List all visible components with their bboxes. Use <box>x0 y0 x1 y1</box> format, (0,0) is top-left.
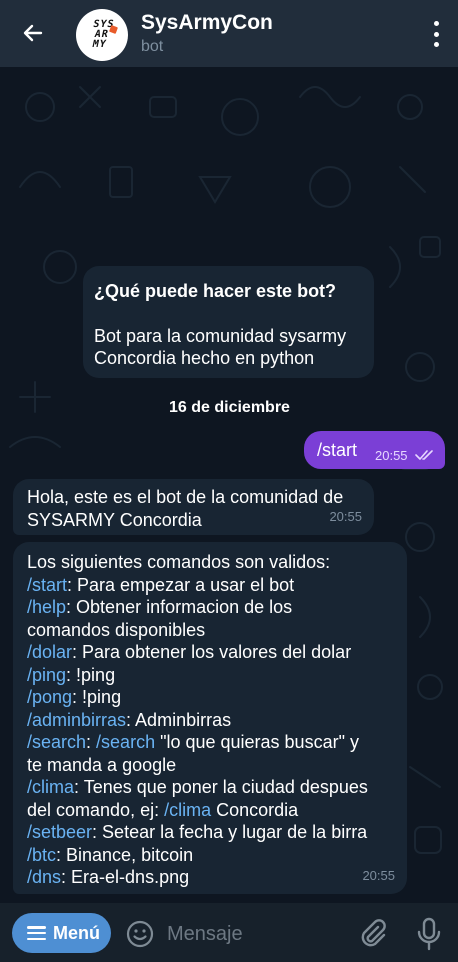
command-description: : Setear la fecha y lugar de la birra <box>92 822 368 842</box>
command-link[interactable]: /search <box>27 732 86 752</box>
command-description: : Obtener informacion de los <box>66 597 293 617</box>
bot-menu-button[interactable]: Menú <box>12 913 111 953</box>
command-line: /dolar: Para obtener los valores del dol… <box>27 641 393 664</box>
command-line: /start: Para empezar a usar el bot <box>27 574 393 597</box>
command-link[interactable]: /pong <box>27 687 72 707</box>
command-link[interactable]: /start <box>27 575 67 595</box>
command-description: : !ping <box>66 664 116 685</box>
back-button[interactable] <box>18 18 48 48</box>
command-link[interactable]: /ping <box>27 665 66 685</box>
command-description: : <box>86 732 97 752</box>
message-input[interactable] <box>167 920 347 948</box>
message-list[interactable]: ¿Qué puede hacer este bot? Bot para la c… <box>0 67 458 903</box>
message-composer: Menú <box>0 903 458 962</box>
command-description: : !ping <box>72 687 122 707</box>
message-text: /start <box>317 440 358 460</box>
message-time: 20:55 <box>329 508 362 524</box>
command-line: te manda a google <box>27 754 393 777</box>
chat-header: SYS AR MY SysArmyCon bot <box>0 0 458 67</box>
command-description: : Adminbirras <box>126 709 232 730</box>
menu-icon <box>27 926 46 940</box>
command-description: comandos disponibles <box>27 619 206 640</box>
microphone-icon[interactable] <box>416 917 442 951</box>
command-line: /dns: Era-el-dns.png <box>27 866 393 889</box>
command-description: "lo que quieras buscar" y <box>155 732 359 752</box>
message-time: 20:55 <box>375 448 408 463</box>
menu-button-label: Menú <box>53 922 100 943</box>
command-description: del comando, ej: <box>27 799 165 820</box>
emoji-icon[interactable] <box>126 920 154 948</box>
command-link[interactable]: /search <box>96 732 155 752</box>
bot-intro-description: Bot para la comunidad sysarmy Concordia … <box>94 325 347 369</box>
command-line: /help: Obtener informacion de los <box>27 596 393 619</box>
command-link[interactable]: /dns <box>27 867 61 887</box>
command-link[interactable]: /clima <box>164 800 211 820</box>
avatar[interactable]: SYS AR MY <box>76 9 128 61</box>
command-link[interactable]: /clima <box>27 777 74 797</box>
command-description: : Tenes que poner la ciudad despues <box>74 777 368 797</box>
command-description: : Era-el-dns.png <box>61 867 190 887</box>
message-time: 20:55 <box>362 867 395 883</box>
paperclip-icon[interactable] <box>356 918 388 950</box>
command-description: : Para empezar a usar el bot <box>67 574 295 595</box>
bot-intro-card: ¿Qué puede hacer este bot? Bot para la c… <box>83 266 374 378</box>
arrow-left-icon <box>23 24 43 42</box>
incoming-message-commands[interactable]: Los siguientes comandos son validos: /st… <box>13 542 407 894</box>
incoming-message[interactable]: Hola, este es el bot de la comunidad de … <box>13 479 374 535</box>
command-line: /adminbirras: Adminbirras <box>27 709 393 732</box>
message-text: Los siguientes comandos son validos: <box>27 552 331 572</box>
message-text: Hola, este es el bot de la comunidad de <box>27 487 344 507</box>
command-list: /start: Para empezar a usar el bot/help:… <box>27 574 393 889</box>
command-description: : Binance, bitcoin <box>56 844 194 865</box>
command-line: /btc: Binance, bitcoin <box>27 844 393 867</box>
chat-title[interactable]: SysArmyCon <box>141 11 273 35</box>
command-description: te manda a google <box>27 754 177 775</box>
command-line: /ping: !ping <box>27 664 393 687</box>
command-link[interactable]: /adminbirras <box>27 710 126 730</box>
date-separator: 16 de diciembre <box>169 399 290 416</box>
command-link[interactable]: /dolar <box>27 642 72 662</box>
more-vertical-icon[interactable] <box>432 21 440 47</box>
command-link[interactable]: /btc <box>27 845 56 865</box>
command-line: comandos disponibles <box>27 619 393 642</box>
command-line: /pong: !ping <box>27 686 393 709</box>
command-line: /search: /search "lo que quieras buscar"… <box>27 731 393 754</box>
outgoing-message[interactable]: /start 20:55 <box>304 431 445 469</box>
command-line: /setbeer: Setear la fecha y lugar de la … <box>27 821 393 844</box>
chat-subtitle: bot <box>141 38 164 55</box>
command-link[interactable]: /help <box>27 597 66 617</box>
command-line: del comando, ej: /clima Concordia <box>27 799 393 822</box>
command-line: /clima: Tenes que poner la ciudad despue… <box>27 776 393 799</box>
message-text: SYSARMY Concordia <box>27 509 202 530</box>
double-check-icon <box>415 450 433 460</box>
command-link[interactable]: /setbeer <box>27 822 92 842</box>
command-description: : Para obtener los valores del dolar <box>72 642 352 662</box>
command-description: Concordia <box>211 799 299 820</box>
bot-intro-title: ¿Qué puede hacer este bot? <box>94 281 337 301</box>
